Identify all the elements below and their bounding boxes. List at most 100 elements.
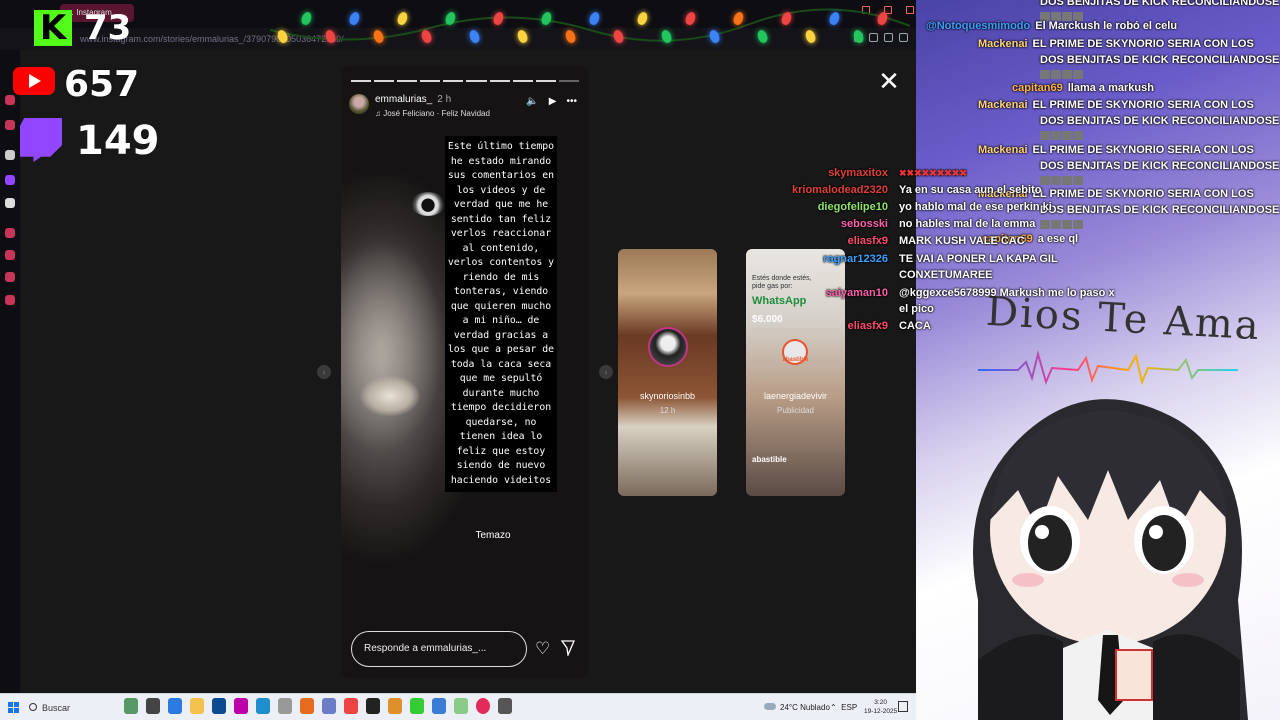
story-username[interactable]: emmalurias_ 2 h — [375, 94, 451, 105]
app-orange-icon[interactable] — [388, 698, 402, 714]
chat-text: TE VAI A PONER LA KAPA GIL — [899, 253, 1058, 265]
more-options-icon[interactable]: ••• — [566, 96, 577, 107]
sidebar-instagram-icon[interactable] — [5, 120, 15, 130]
story-caption: Este último tiempo he estado mirando sus… — [445, 136, 557, 492]
app-leaf-icon[interactable] — [278, 698, 292, 714]
chat-text: El Marckush le robó el celu — [1035, 20, 1178, 32]
app-grey-icon[interactable] — [498, 698, 512, 714]
chat-message: DOS BENJITAS DE KICK RECONCILIANDOSE — [1040, 160, 1279, 172]
chat-username[interactable]: Mackenai — [978, 99, 1028, 111]
chat-text: Ya en su casa aun el sebito — [899, 184, 1042, 196]
chat-text: CONXETUMAREE — [899, 269, 993, 281]
app-blue-icon[interactable] — [432, 698, 446, 714]
vtuber-avatar — [973, 399, 1248, 720]
sidebar-extensions-icon[interactable] — [5, 295, 15, 305]
chat-username[interactable]: eliasfx9 — [848, 235, 888, 247]
progress-segment — [351, 80, 372, 82]
chrome-icon[interactable] — [344, 698, 358, 714]
app-v-icon[interactable] — [212, 698, 226, 714]
app-vs-icon[interactable] — [322, 698, 336, 714]
story-time: 2 h — [437, 94, 452, 105]
progress-segment — [397, 80, 418, 82]
chat-message: Mackenai EL PRIME DE SKYNORIO SERIA CON L… — [978, 144, 1254, 156]
preview-sponsored: Publicidad — [777, 406, 814, 415]
chat-message: eliasfx9 CACA — [848, 320, 931, 332]
chat-username[interactable]: kriomalodead2320 — [792, 184, 888, 196]
next-story-arrow[interactable]: › — [599, 365, 613, 379]
chat-message: sebosski no hables mal de la emma — [841, 218, 1036, 230]
chat-username[interactable]: eliasfx9 — [848, 320, 888, 332]
app-leaf2-icon[interactable] — [454, 698, 468, 714]
chat-text: DOS BENJITAS DE KICK RECONCILIANDOSE — [1040, 54, 1280, 66]
sidebar-app-icon[interactable] — [5, 150, 15, 160]
app-green-icon[interactable] — [410, 698, 424, 714]
chat-emotes: ✖✖✖✖✖✖✖✖✖ — [899, 168, 967, 178]
chat-text: a ese ql — [1037, 233, 1079, 245]
chat-username[interactable]: Mackenai — [978, 144, 1028, 156]
ad-brand: abastible — [782, 357, 809, 363]
firefox-icon[interactable] — [300, 698, 314, 714]
like-heart-icon[interactable]: ♡ — [535, 639, 550, 659]
story-header: emmalurias_ 2 h ♫ José Feliciano · Feliz … — [349, 94, 581, 122]
chat-message: DOS BENJITAS DE KICK RECONCILIANDOSE — [1040, 0, 1279, 8]
story-photo-mouth — [355, 366, 425, 426]
chat-message: CONXETUMAREE — [899, 269, 993, 281]
chat-username[interactable]: sebosski — [841, 218, 888, 230]
light-wire — [270, 8, 910, 42]
chat-message: @Notoquesmimodo El Marckush le robó el ce… — [926, 20, 1177, 32]
progress-segment — [512, 80, 533, 82]
chat-text: yo hablo mal de ese perkin ki — [899, 201, 1052, 213]
story-photo — [341, 126, 461, 546]
obs-icon[interactable] — [366, 698, 380, 714]
chat-message: DOS BENJITAS DE KICK RECONCILIANDOSE — [1040, 115, 1279, 127]
chat-text: DOS BENJITAS DE KICK RECONCILIANDOSE — [1040, 0, 1280, 8]
app-ai-icon[interactable] — [234, 698, 248, 714]
system-tray[interactable]: ⌃ ESP — [830, 703, 857, 712]
windows-taskbar: Buscar 24°C Nublado ⌃ ESP 3:20 19-12-2025 — [0, 693, 916, 720]
sidebar-x-icon[interactable] — [5, 198, 15, 208]
story-card[interactable]: emmalurias_ 2 h ♫ José Feliciano · Feliz … — [341, 66, 589, 678]
chat-username[interactable]: ragnar12326 — [823, 253, 888, 265]
close-story-button[interactable]: ✕ — [878, 68, 900, 94]
chat-username[interactable]: Mackenai — [978, 38, 1028, 50]
taskview-icon[interactable] — [146, 698, 160, 714]
sidebar-messenger-icon[interactable] — [5, 95, 15, 105]
play-icon[interactable]: ▶ — [549, 96, 557, 107]
chat-username[interactable]: diegofelipe10 — [818, 201, 888, 213]
language-indicator[interactable]: ESP — [841, 703, 857, 712]
chat-text: llama a markush — [1067, 82, 1154, 94]
clock[interactable]: 3:20 19-12-2025 — [864, 698, 897, 716]
chat-text: no hables mal de la emma — [899, 218, 1036, 230]
send-icon[interactable] — [561, 640, 575, 656]
notifications-icon[interactable] — [898, 701, 908, 712]
story-music-label[interactable]: ♫ José Feliciano · Feliz Navidad — [375, 109, 490, 118]
preview-username: skynoriosinbb — [639, 391, 696, 401]
taskbar-avatar-icon[interactable] — [124, 698, 138, 714]
reply-input[interactable]: Responde a emmalurias_... — [351, 631, 527, 667]
chat-text: EL PRIME DE SKYNORIO SERIA CON LOS — [1032, 99, 1254, 111]
taskbar-search[interactable]: Buscar — [24, 699, 122, 717]
mute-icon[interactable]: 🔈 — [526, 96, 538, 107]
preview-username: laenergiadevivir — [763, 391, 828, 401]
start-menu-icon[interactable] — [8, 702, 19, 713]
opera-icon[interactable] — [476, 698, 490, 714]
progress-segment — [466, 80, 487, 82]
cloud-icon — [764, 703, 776, 710]
sidebar-bookmark-icon[interactable] — [5, 228, 15, 238]
chat-username[interactable]: @Notoquesmimodo — [926, 20, 1030, 32]
sidebar-history-icon[interactable] — [5, 250, 15, 260]
avatar[interactable] — [349, 94, 369, 114]
previous-story-arrow[interactable]: ‹ — [317, 365, 331, 379]
edge-icon[interactable] — [256, 698, 270, 714]
copilot-icon[interactable] — [168, 698, 182, 714]
weather-widget[interactable]: 24°C Nublado — [764, 703, 830, 712]
chat-text: EL PRIME DE SKYNORIO SERIA CON LOS — [1032, 188, 1254, 200]
chat-username[interactable]: skymaxitox — [828, 167, 888, 179]
chat-text: @kggexce5678999 Markush me lo paso x — [899, 287, 1115, 299]
sidebar-twitch-icon[interactable] — [5, 175, 15, 185]
kick-viewer-count: 73 — [84, 8, 132, 48]
sidebar-settings-icon[interactable] — [5, 272, 15, 282]
file-explorer-icon[interactable] — [190, 698, 204, 714]
chat-username[interactable]: capitan69 — [1012, 82, 1063, 94]
chat-username[interactable]: saiyaman10 — [826, 287, 888, 299]
